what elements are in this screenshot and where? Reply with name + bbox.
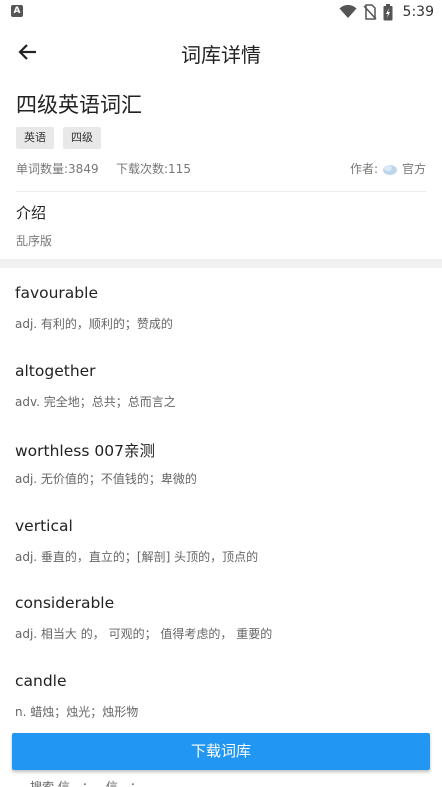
word: worthless 007亲测 <box>15 442 155 461</box>
wifi-icon <box>339 5 357 18</box>
section-divider <box>0 259 442 268</box>
status-icons: 5:39 <box>339 0 434 24</box>
author-name: 官方 <box>401 162 426 176</box>
download-count: 下载次数:115 <box>116 162 191 176</box>
divider <box>16 191 426 192</box>
app-notification-icon: A <box>11 5 23 17</box>
word-count: 单词数量:3849 <box>16 162 99 176</box>
list-item[interactable]: worthless 007亲测 adj. 无价值的；不值钱的；卑微的 <box>0 423 442 501</box>
list-item[interactable]: candle n. 蜡烛；烛光；烛形物 <box>0 656 442 734</box>
download-button[interactable]: 下载词库 <box>12 733 430 770</box>
page-title: 词库详情 <box>181 43 261 67</box>
meaning: n. 蜡烛；烛光；烛形物 <box>15 704 139 719</box>
wordbook-title: 四级英语词汇 <box>16 93 142 117</box>
no-sim-icon <box>362 4 377 20</box>
list-item[interactable]: considerable adj. 相当大 的， 可观的； 值得考虑的， 重要的 <box>0 578 442 656</box>
list-item[interactable]: vertical adj. 垂直的，直立的；[解剖] 头顶的，顶点的 <box>0 501 442 579</box>
status-bar: A 5:39 <box>0 0 442 24</box>
list-item[interactable]: altogether adv. 完全地；总共；总而言之 <box>0 346 442 424</box>
app-bar: 词库详情 <box>0 26 442 78</box>
tag: 英语 <box>16 127 54 149</box>
stats-row: 单词数量:3849 下载次数:115 作者: 官方 <box>16 160 426 178</box>
meaning: adj. 无价值的；不值钱的；卑微的 <box>15 472 197 487</box>
word: candle <box>15 671 67 690</box>
tag: 四级 <box>63 127 101 149</box>
tag-list: 英语 四级 <box>16 127 101 149</box>
author-avatar-icon <box>382 164 397 175</box>
word: vertical <box>15 516 73 535</box>
status-time: 5:39 <box>402 4 434 20</box>
author: 作者: 官方 <box>350 160 426 177</box>
meaning: adj. 相当大 的， 可观的； 值得考虑的， 重要的 <box>15 627 273 642</box>
meaning: adj. 垂直的，直立的；[解剖] 头顶的，顶点的 <box>15 549 259 564</box>
battery-icon <box>383 3 393 20</box>
intro-text: 乱序版 <box>16 234 53 248</box>
list-item[interactable]: favourable adj. 有利的，顺利的；赞成的 <box>0 268 442 346</box>
word: altogether <box>15 361 96 380</box>
word-list: favourable adj. 有利的，顺利的；赞成的 altogether a… <box>0 268 442 734</box>
author-label: 作者: <box>349 162 378 176</box>
partially-visible-item: 搜索 信…；…信…；… <box>30 780 154 787</box>
wordbook-info: 四级英语词汇 英语 四级 单词数量:3849 下载次数:115 作者: 官方 介… <box>16 90 426 248</box>
word: favourable <box>15 284 98 302</box>
intro-heading: 介绍 <box>16 204 47 222</box>
meaning: adj. 有利的，顺利的；赞成的 <box>15 317 173 331</box>
meaning: adv. 完全地；总共；总而言之 <box>15 394 176 409</box>
word: considerable <box>15 594 115 613</box>
